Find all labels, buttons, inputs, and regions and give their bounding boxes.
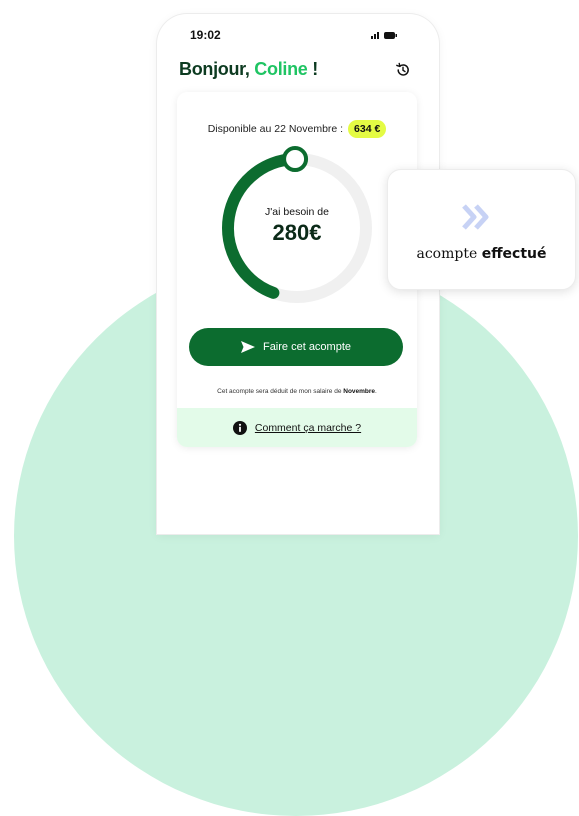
make-advance-label: Faire cet acompte (262, 341, 352, 353)
send-arrow-icon (240, 341, 255, 353)
make-advance-button[interactable]: Faire cet acompte (189, 328, 403, 366)
toast-word-2: effectué (481, 246, 547, 262)
user-name: Coline (254, 59, 308, 79)
history-icon[interactable] (395, 62, 411, 78)
note-month: Novembre (343, 388, 376, 395)
double-chevron-icon (462, 204, 489, 230)
toast-word-1: acompte (416, 246, 482, 262)
available-line: Disponible au 22 Novembre : 634 € (177, 120, 417, 138)
toast-message: acompte effectué (388, 246, 575, 262)
available-text: Disponible au 22 Novembre : (207, 123, 344, 135)
greeting-prefix: Bonjour, (179, 59, 255, 79)
signal-battery-icon (371, 32, 397, 39)
note-suffix: . (375, 388, 377, 395)
status-bar: 19:02 (157, 14, 439, 54)
selected-amount: 280€ (272, 220, 322, 245)
how-it-works-bar[interactable]: Comment ça marche ? (177, 408, 417, 447)
how-it-works-link[interactable]: Comment ça marche ? (255, 422, 361, 434)
info-icon (232, 420, 247, 435)
deduction-note: Cet acompte sera déduit de mon salaire d… (177, 388, 417, 395)
greeting: Bonjour, Coline ! (179, 59, 318, 80)
need-label: J'ai besoin de (265, 206, 329, 218)
available-amount-badge: 634 € (348, 120, 387, 138)
note-prefix: Cet acompte sera déduit de mon salaire d… (217, 388, 344, 395)
advance-card: Disponible au 22 Novembre : 634 € J'ai b… (177, 92, 417, 447)
advance-done-toast: acompte effectué (387, 169, 576, 290)
gauge-handle (282, 146, 309, 173)
greeting-suffix: ! (307, 59, 318, 79)
status-time: 19:02 (190, 28, 221, 42)
